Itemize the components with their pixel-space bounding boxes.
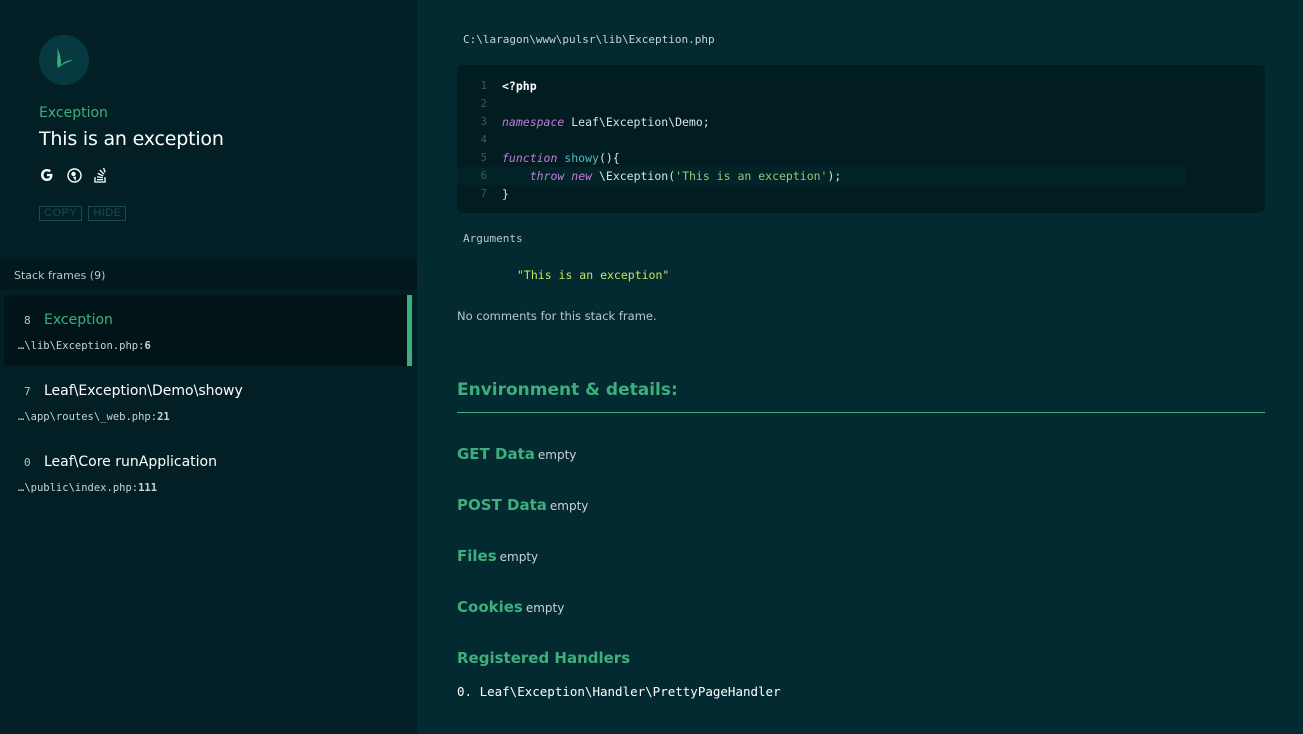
line-number: 6 xyxy=(480,170,487,182)
code-viewer: 1 <?php 2 3 namespace Leaf\Exception\Demo; 4 5… xyxy=(457,65,1265,213)
stack-frame-7[interactable]: 7 Leaf\Exception\Demo\showy …\app\routes\… xyxy=(4,366,412,437)
stackoverflow-icon[interactable] xyxy=(93,167,109,183)
line-number: 3 xyxy=(480,116,487,128)
code-line: 6 throw new \Exception('This is an excep… xyxy=(457,167,1185,185)
line-number: 7 xyxy=(480,188,487,200)
code-line: 2 xyxy=(457,95,1265,113)
line-code: throw new \Exception('This is an excepti… xyxy=(529,169,842,183)
code-line: 5 function showy(){ xyxy=(457,149,1265,167)
env-section-files: Files empty xyxy=(457,547,539,565)
code-line: 7} xyxy=(457,185,1265,203)
exception-type: Exception xyxy=(39,105,108,121)
argument-value: "This is an exception" xyxy=(517,268,670,282)
google-icon[interactable] xyxy=(39,167,55,183)
file-path: C:\laragon\www\pulsr\lib\Exception.php xyxy=(463,33,715,46)
frame-name: Exception xyxy=(44,312,113,328)
line-number: 1 xyxy=(480,80,487,92)
line-code: namespace Leaf\Exception\Demo; xyxy=(502,115,710,129)
arguments-box: "This is an exception" xyxy=(457,260,1265,292)
stack-frame-0[interactable]: 0 Leaf\Core runApplication …\public\index… xyxy=(4,437,412,508)
line-code: function showy(){ xyxy=(502,151,620,165)
environment-title: Environment & details: xyxy=(457,380,1265,413)
hide-button[interactable]: HIDE xyxy=(88,206,127,221)
line-number: 4 xyxy=(480,134,487,146)
no-comments-text: No comments for this stack frame. xyxy=(457,309,657,323)
code-line: 4 xyxy=(457,131,1265,149)
line-number: 2 xyxy=(480,98,487,110)
registered-handlers-title: Registered Handlers xyxy=(457,649,631,667)
exception-message: This is an exception xyxy=(39,128,224,150)
frame-number: 8 xyxy=(24,314,31,327)
leaf-logo-icon xyxy=(39,35,89,85)
arguments-label: Arguments xyxy=(463,232,523,245)
frame-name: Leaf\Core runApplication xyxy=(44,454,217,470)
stack-frame-8[interactable]: 8 Exception …\lib\Exception.php:6 xyxy=(4,295,412,366)
handler-item: 0. Leaf\Exception\Handler\PrettyPageHand… xyxy=(457,684,781,699)
stack-frames-header: Stack frames (9) xyxy=(0,260,417,290)
line-code: } xyxy=(502,187,509,201)
env-section-post: POST Data empty xyxy=(457,496,589,514)
sidebar: Exception This is an exception COPY HIDE… xyxy=(0,0,417,734)
frame-path: …\app\routes\_web.php:21 xyxy=(18,411,170,423)
frame-number: 7 xyxy=(24,385,31,398)
code-line: 3 namespace Leaf\Exception\Demo; xyxy=(457,113,1265,131)
line-code: <?php xyxy=(502,79,537,93)
frame-name: Leaf\Exception\Demo\showy xyxy=(44,383,243,399)
copy-button[interactable]: COPY xyxy=(39,206,83,221)
code-line: 1 <?php xyxy=(457,77,1265,95)
line-number: 5 xyxy=(480,152,487,164)
env-section-cookies: Cookies empty xyxy=(457,598,565,616)
frame-number: 0 xyxy=(24,456,31,469)
action-buttons: COPY HIDE xyxy=(39,206,127,221)
frame-path: …\public\index.php:111 xyxy=(18,482,158,494)
frame-path: …\lib\Exception.php:6 xyxy=(18,340,151,352)
search-links xyxy=(39,167,109,183)
duckduckgo-icon[interactable] xyxy=(66,167,82,183)
env-section-get: GET Data empty xyxy=(457,445,577,463)
